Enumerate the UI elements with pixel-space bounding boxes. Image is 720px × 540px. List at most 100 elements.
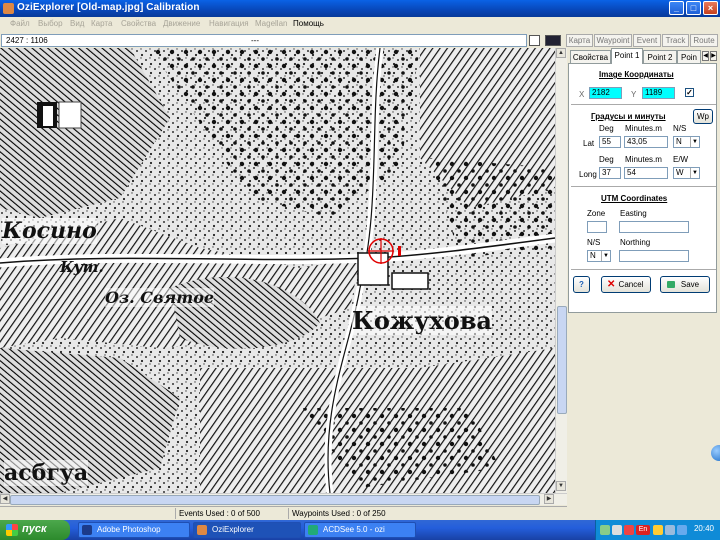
tab-properties[interactable]: Свойства bbox=[570, 50, 611, 64]
tray-antivirus-icon[interactable] bbox=[624, 525, 634, 535]
map-horizontal-scrollbar[interactable]: ◀ ▶ bbox=[0, 493, 567, 505]
tray-app-icon[interactable] bbox=[600, 525, 610, 535]
task-oziexplorer-label: OziExplorer bbox=[212, 525, 254, 534]
lat-label: Lat bbox=[583, 139, 595, 148]
language-indicator[interactable]: En bbox=[636, 525, 650, 535]
tray-update-icon[interactable] bbox=[677, 525, 687, 535]
cursor-coordinates: 2427 : 1106 --- bbox=[1, 34, 527, 47]
app-icon bbox=[3, 3, 14, 14]
y-label: Y bbox=[631, 90, 637, 99]
long-ew-header: E/W bbox=[673, 155, 689, 164]
cancel-button-label: Cancel bbox=[618, 280, 644, 289]
northing-label: Northing bbox=[620, 238, 651, 247]
status-waypoints: Waypoints Used : 0 of 250 bbox=[288, 508, 418, 519]
scroll-up-arrow-icon[interactable]: ▲ bbox=[556, 48, 566, 58]
globe-icon bbox=[711, 445, 720, 461]
utm-ns-label: N/S bbox=[587, 238, 601, 247]
menu-help[interactable]: Помощь bbox=[293, 19, 324, 28]
lat-hemisphere-select[interactable]: N ▼ bbox=[673, 136, 700, 148]
close-button[interactable]: × bbox=[703, 1, 718, 15]
menu-map[interactable]: Карта bbox=[91, 19, 112, 28]
task-acdsee[interactable]: ACDSee 5.0 - ozi bbox=[304, 522, 416, 538]
tab-waypoint[interactable]: Waypoint bbox=[594, 34, 632, 47]
lat-minutes-input[interactable]: 43,05 bbox=[624, 136, 668, 148]
utm-northing-input[interactable] bbox=[619, 250, 689, 262]
menu-movement[interactable]: Движение bbox=[163, 19, 200, 28]
wp-button[interactable]: Wp bbox=[693, 109, 713, 124]
chevron-down-icon: ▼ bbox=[690, 168, 699, 178]
oziexplorer-icon bbox=[197, 525, 207, 535]
divider bbox=[571, 269, 716, 270]
tab-track[interactable]: Track bbox=[662, 34, 689, 47]
maximize-button[interactable]: □ bbox=[686, 1, 701, 15]
map-vertical-scrollbar[interactable]: ▲ ▼ bbox=[555, 48, 567, 493]
utm-zone-input[interactable] bbox=[587, 221, 607, 233]
horizontal-scroll-thumb[interactable] bbox=[10, 495, 540, 505]
map-label-kozhukhova: Кожухова bbox=[352, 306, 492, 335]
scroll-left-arrow-icon[interactable]: ◀ bbox=[0, 494, 10, 504]
tab-route[interactable]: Route bbox=[690, 34, 718, 47]
long-degrees-input[interactable]: 37 bbox=[599, 167, 621, 179]
long-minutes-input[interactable]: 54 bbox=[624, 167, 668, 179]
menu-file[interactable]: Файл bbox=[10, 19, 30, 28]
minimize-button[interactable]: _ bbox=[669, 1, 684, 15]
degrees-minutes-title: Градусы и минуты bbox=[591, 112, 666, 121]
system-tray: En 20:40 bbox=[595, 520, 720, 540]
coordinate-separator: --- bbox=[251, 36, 259, 45]
utm-title: UTM Coordinates bbox=[601, 194, 668, 203]
toolbar: 2427 : 1106 --- Карта Waypoint Event Tra… bbox=[0, 33, 720, 48]
map-label-bottom: асбгуа bbox=[4, 460, 89, 486]
tab-scroll-left-icon[interactable]: ◀ bbox=[702, 51, 709, 61]
y-coordinate-input[interactable]: 1189 bbox=[642, 87, 675, 99]
scroll-down-arrow-icon[interactable]: ▼ bbox=[556, 481, 566, 491]
save-map-icon[interactable] bbox=[545, 35, 561, 46]
utm-hemisphere-select[interactable]: N ▼ bbox=[587, 250, 611, 262]
tab-event[interactable]: Event bbox=[633, 34, 661, 47]
chevron-down-icon: ▼ bbox=[601, 251, 610, 261]
title-bar[interactable]: OziExplorer [Old-map.jpg] Calibration _ … bbox=[0, 0, 720, 17]
tray-network-icon[interactable] bbox=[665, 525, 675, 535]
tab-point-3[interactable]: Poin bbox=[677, 50, 701, 64]
vertical-scroll-thumb[interactable] bbox=[557, 306, 567, 414]
menu-properties[interactable]: Свойства bbox=[121, 19, 156, 28]
divider bbox=[571, 186, 716, 187]
tab-point-1[interactable]: Point 1 bbox=[611, 48, 643, 64]
long-hemisphere-select[interactable]: W ▼ bbox=[673, 167, 700, 179]
use-point-checkbox[interactable]: ✓ bbox=[685, 88, 694, 97]
tab-scroll-right-icon[interactable]: ▶ bbox=[710, 51, 717, 61]
task-oziexplorer[interactable]: OziExplorer bbox=[193, 522, 301, 538]
grid-icon[interactable] bbox=[529, 35, 540, 46]
chevron-down-icon: ▼ bbox=[690, 137, 699, 147]
help-button[interactable]: ? bbox=[573, 276, 590, 293]
save-button[interactable]: Save bbox=[660, 276, 710, 293]
utm-easting-input[interactable] bbox=[619, 221, 689, 233]
tab-point-2[interactable]: Point 2 bbox=[643, 50, 677, 64]
menu-select[interactable]: Выбор bbox=[38, 19, 63, 28]
tray-monitor-icon[interactable] bbox=[612, 525, 622, 535]
menu-view[interactable]: Вид bbox=[70, 19, 84, 28]
lat-degrees-input[interactable]: 55 bbox=[599, 136, 621, 148]
map-canvas[interactable]: Косино Кут. Оз. Святое Кожухова асбгуа bbox=[0, 48, 555, 493]
map-label-lake: Оз. Святое bbox=[105, 288, 215, 307]
map-label-kosino: Косино bbox=[2, 218, 97, 244]
cursor-coordinates-text: 2427 : 1106 bbox=[6, 36, 48, 45]
tray-speaker-icon[interactable] bbox=[653, 525, 663, 535]
x-coordinate-input[interactable]: 2182 bbox=[589, 87, 622, 99]
menu-magellan[interactable]: Magellan bbox=[255, 19, 287, 28]
scroll-right-arrow-icon[interactable]: ▶ bbox=[544, 494, 554, 504]
menu-navigation[interactable]: Навигация bbox=[209, 19, 249, 28]
tab-map[interactable]: Карта bbox=[566, 34, 593, 47]
help-button-label: ? bbox=[579, 280, 584, 289]
task-photoshop[interactable]: Adobe Photoshop bbox=[78, 522, 190, 538]
utm-hemisphere-value: N bbox=[590, 251, 596, 260]
easting-label: Easting bbox=[620, 209, 647, 218]
start-button[interactable]: пуск bbox=[0, 520, 70, 540]
status-empty bbox=[0, 508, 175, 519]
lat-ns-header: N/S bbox=[673, 124, 687, 133]
image-coords-title: Image Координаты bbox=[599, 70, 674, 79]
windows-logo-icon bbox=[6, 524, 18, 536]
menu-bar: Файл Выбор Вид Карта Свойства Движение Н… bbox=[0, 17, 720, 32]
divider bbox=[571, 104, 716, 105]
window-title: OziExplorer [Old-map.jpg] Calibration bbox=[17, 2, 200, 13]
cancel-button[interactable]: ✕ Cancel bbox=[601, 276, 651, 293]
